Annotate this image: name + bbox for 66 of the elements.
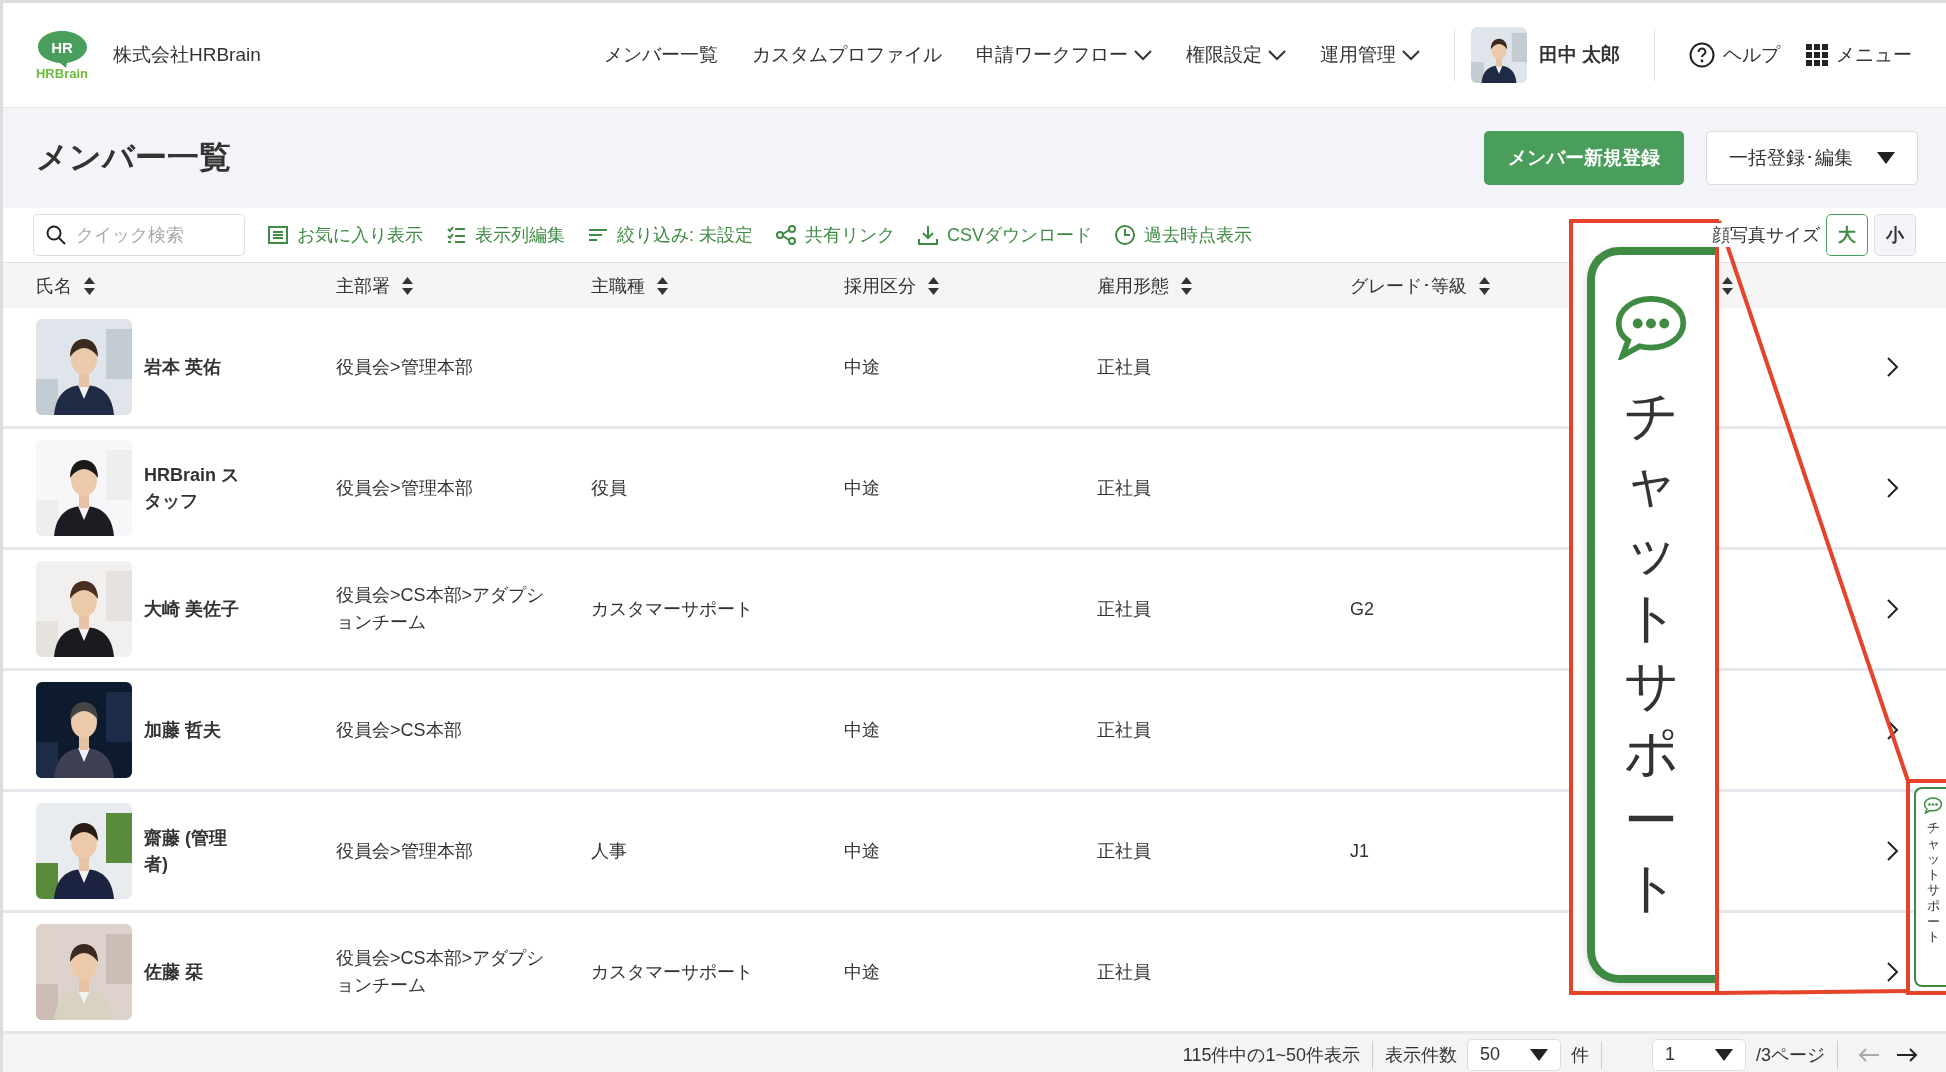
toolbar-action[interactable]: お気に入り表示 [267, 223, 423, 247]
table-cell-text: 正社員 [1097, 839, 1152, 863]
table-cell-text: 中途 [844, 476, 881, 500]
toolbar-action[interactable]: 絞り込み: 未設定 [587, 223, 753, 247]
table-cell-text: 役員会>CS本部>アダプションチーム [336, 947, 546, 997]
nav-link[interactable]: 申請ワークフロー [975, 42, 1152, 68]
member-name[interactable]: 佐藤 栞 [144, 958, 242, 986]
table-cell-text: 中途 [844, 718, 881, 742]
nav-link[interactable]: 権限設定 [1185, 42, 1286, 68]
photo-size-label: 顔写真サイズ [1712, 223, 1820, 247]
column-header[interactable]: 主職種 [591, 273, 668, 298]
table-cell-text: 正社員 [1097, 476, 1152, 500]
table-cell-text: 役員会>管理本部 [336, 355, 474, 379]
table-cell-text: 正社員 [1097, 718, 1152, 742]
member-name[interactable]: HRBrain スタッフ [144, 461, 242, 515]
toolbar-action[interactable]: CSVダウンロード [917, 223, 1093, 247]
column-header[interactable]: 雇用形態 [1097, 273, 1192, 298]
table-cell-text: カスタマーサポート [591, 960, 754, 984]
table-cell-text: G2 [1350, 597, 1375, 621]
per-page-select[interactable]: 50 [1467, 1038, 1561, 1071]
page-select[interactable]: 1 [1652, 1038, 1746, 1071]
table-cell-text: 役員会>CS本部 [336, 718, 463, 742]
member-name[interactable]: 大崎 美佐子 [144, 595, 242, 623]
nav-link[interactable]: メンバー一覧 [603, 42, 718, 68]
member-name[interactable]: 加藤 哲夫 [144, 716, 242, 744]
table-cell-text: 人事 [591, 839, 628, 863]
photo-size-option[interactable]: 大 [1826, 214, 1868, 256]
table-cell-text: 中途 [844, 839, 881, 863]
per-page-label: 表示件数 [1385, 1043, 1457, 1067]
toolbar-action[interactable]: 過去時点表示 [1114, 223, 1253, 247]
nav-link[interactable]: カスタムプロファイル [751, 42, 942, 68]
member-name[interactable]: 岩本 英佑 [144, 353, 242, 381]
per-page-unit: 件 [1571, 1043, 1589, 1067]
result-summary: 115件中の1~50件表示 [1182, 1043, 1360, 1067]
table-cell-text: 役員会>管理本部 [336, 839, 474, 863]
nav-link[interactable]: 運用管理 [1319, 42, 1420, 68]
logo-icon: HR [35, 29, 89, 68]
page-count: /3ページ [1756, 1043, 1825, 1067]
help-link[interactable]: ヘルプ [1689, 42, 1780, 68]
page-title: メンバー一覧 [36, 138, 231, 177]
column-header[interactable]: 主部署 [336, 273, 413, 298]
table-cell-text: 役員会>管理本部 [336, 476, 474, 500]
table-cell-text: 正社員 [1097, 355, 1152, 379]
chat-support-label: チャットサポート [1624, 383, 1678, 920]
column-header[interactable]: 採用区分 [844, 273, 939, 298]
member-name[interactable]: 齋藤 (管理者) [144, 824, 242, 878]
table-cell-text: カスタマーサポート [591, 597, 754, 621]
column-header[interactable]: 氏名 [36, 273, 95, 298]
toolbar-action[interactable]: 表示列編集 [445, 223, 565, 247]
table-cell-text: 中途 [844, 960, 881, 984]
search-field[interactable]: クイック検索 [33, 214, 245, 256]
menu-button[interactable]: メニュー [1806, 42, 1912, 68]
company-name: 株式会社HRBrain [113, 43, 261, 67]
logo-wordmark: HRBrain [36, 65, 88, 81]
table-cell-text: 役員 [591, 476, 628, 500]
table-cell-text: J1 [1350, 839, 1370, 863]
table-cell-text: 正社員 [1097, 960, 1152, 984]
chat-support-button[interactable]: チャットサポート [1914, 787, 1946, 987]
table-cell-text: 正社員 [1097, 597, 1152, 621]
table-cell-text: 役員会>CS本部>アダプションチーム [336, 584, 546, 634]
photo-size-option[interactable]: 小 [1874, 214, 1916, 256]
user-name[interactable]: 田中 太郎 [1538, 42, 1620, 68]
table-cell-text: 中途 [844, 355, 881, 379]
column-header[interactable]: グレード･等級 [1350, 273, 1490, 298]
toolbar-action[interactable]: 共有リンク [775, 223, 895, 247]
bulk-edit-button[interactable]: 一括登録･編集 [1706, 131, 1918, 185]
